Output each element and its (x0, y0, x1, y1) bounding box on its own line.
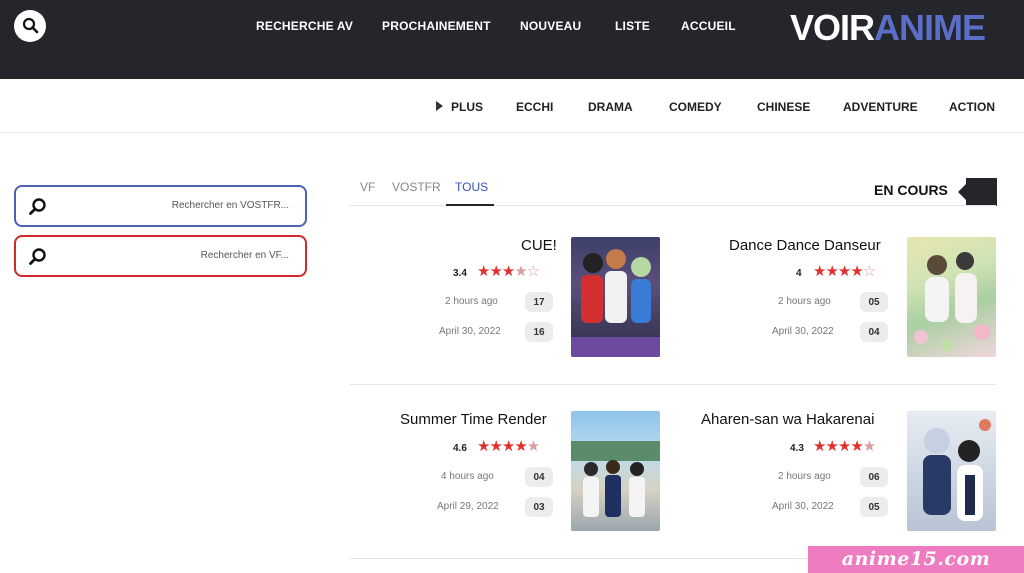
episode-badge[interactable]: 03 (525, 497, 553, 517)
site-watermark: anime15.com (808, 546, 1024, 573)
rating-stars: ★★★★★ (813, 438, 876, 455)
anime-title-link[interactable]: Summer Time Render (400, 411, 547, 428)
rating-stars: ★★★★☆ (477, 263, 540, 280)
section-title-marker (958, 178, 997, 206)
anime-cover-image[interactable] (571, 237, 660, 357)
genre-adventure[interactable]: ADVENTURE (843, 100, 918, 114)
search-icon (22, 17, 39, 34)
search-icon (29, 248, 46, 265)
nav-recherche-av[interactable]: RECHERCHE AV (256, 19, 353, 33)
tab-vf[interactable]: VF (360, 180, 375, 194)
episode-time: 2 hours ago (778, 471, 831, 482)
episode-time: April 30, 2022 (439, 326, 501, 337)
rating-value: 4.6 (453, 443, 467, 454)
vostfr-search-box[interactable]: Rechercher en VOSTFR... (14, 185, 307, 227)
episode-badge[interactable]: 05 (860, 497, 888, 517)
episode-time: April 30, 2022 (772, 501, 834, 512)
anime-cover-image[interactable] (571, 411, 660, 531)
site-logo[interactable]: VOIRANIME (790, 7, 986, 48)
episode-time: April 30, 2022 (772, 326, 834, 337)
genre-plus[interactable]: PLUS (451, 100, 483, 114)
active-tab-indicator (446, 204, 494, 206)
episode-badge[interactable]: 04 (525, 467, 553, 487)
row-divider (350, 384, 996, 385)
episode-time: April 29, 2022 (437, 501, 499, 512)
rating-stars: ★★★★☆ (813, 263, 876, 280)
episode-time: 2 hours ago (778, 296, 831, 307)
nav-accueil[interactable]: ACCUEIL (681, 19, 736, 33)
episode-badge[interactable]: 04 (860, 322, 888, 342)
nav-prochainement[interactable]: PROCHAINEMENT (382, 19, 491, 33)
anime-cover-image[interactable] (907, 237, 996, 357)
episode-badge[interactable]: 05 (860, 292, 888, 312)
rating-value: 4.3 (790, 443, 804, 454)
play-arrow-icon (436, 101, 443, 111)
tab-tous[interactable]: TOUS (455, 180, 488, 194)
tab-vostfr[interactable]: VOSTFR (392, 180, 441, 194)
anime-cover-image[interactable] (907, 411, 996, 531)
anime-title-link[interactable]: CUE! (521, 237, 557, 254)
rating-value: 4 (796, 268, 802, 279)
genre-ecchi[interactable]: ECCHI (516, 100, 553, 114)
episode-badge[interactable]: 17 (525, 292, 553, 312)
genre-bar: ACTION ADVENTURE CHINESE COMEDY DRAMA EC… (0, 79, 1024, 133)
genre-action[interactable]: ACTION (949, 100, 995, 114)
genre-comedy[interactable]: COMEDY (669, 100, 722, 114)
logo-part-voir: VOIR (790, 7, 875, 48)
vf-search-input[interactable]: Rechercher en VF... (201, 250, 289, 261)
vf-search-box[interactable]: Rechercher en VF... (14, 235, 307, 277)
episode-time: 2 hours ago (445, 296, 498, 307)
nav-liste[interactable]: LISTE (615, 19, 650, 33)
episode-badge[interactable]: 06 (860, 467, 888, 487)
episode-time: 4 hours ago (441, 471, 494, 482)
anime-title-link[interactable]: Aharen-san wa Hakarenai (701, 411, 874, 428)
search-icon (29, 198, 46, 215)
episode-badge[interactable]: 16 (525, 322, 553, 342)
genre-drama[interactable]: DRAMA (588, 100, 633, 114)
search-button[interactable] (14, 10, 46, 42)
genre-chinese[interactable]: CHINESE (757, 100, 810, 114)
vostfr-search-input[interactable]: Rechercher en VOSTFR... (172, 200, 289, 211)
top-navbar: RECHERCHE AV PROCHAINEMENT NOUVEAU LISTE… (0, 0, 1024, 79)
section-title: EN COURS (874, 182, 948, 198)
rating-stars: ★★★★★ (477, 438, 540, 455)
logo-part-anime: ANIME (874, 7, 986, 48)
anime-title-link[interactable]: Dance Dance Danseur (729, 237, 881, 254)
nav-nouveau[interactable]: NOUVEAU (520, 19, 581, 33)
rating-value: 3.4 (453, 268, 467, 279)
